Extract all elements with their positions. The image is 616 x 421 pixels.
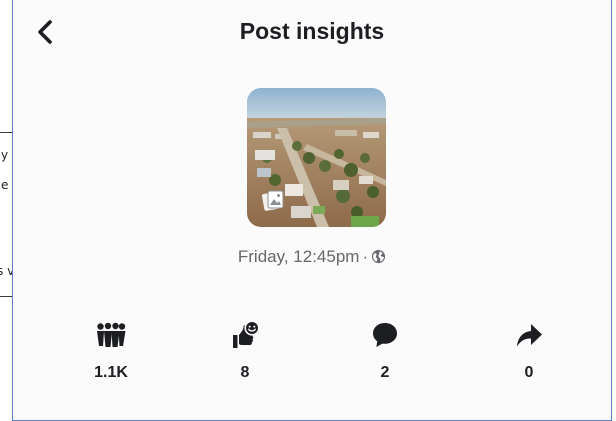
reach-stat[interactable]: 1.1K <box>66 320 156 382</box>
comments-stat[interactable]: 2 <box>340 320 430 382</box>
photo-album-icon <box>262 190 284 211</box>
insights-stats: 1.1K 8 2 0 <box>13 320 611 400</box>
background-document-text: y <box>1 148 9 162</box>
post-insights-screen: Post insights Friday, 12:45pm · 1.1K 8 2… <box>12 0 612 421</box>
background-document-rule <box>0 296 12 297</box>
header: Post insights <box>13 0 611 62</box>
page-title: Post insights <box>239 18 385 44</box>
reactions-icon <box>233 321 260 348</box>
background-document-edge: y e s v <box>0 0 14 421</box>
post-timestamp: Friday, 12:45pm <box>237 247 360 266</box>
post-thumbnail[interactable] <box>247 88 386 227</box>
background-document-rule <box>0 132 12 133</box>
comment-bubble-icon <box>373 323 397 347</box>
reach-count: 1.1K <box>94 364 128 381</box>
comments-count: 2 <box>380 364 390 381</box>
reactions-count: 8 <box>240 364 250 381</box>
post-timestamp-row: Friday, 12:45pm · <box>13 247 611 267</box>
background-document-text: e <box>1 178 9 192</box>
share-arrow-icon <box>517 324 542 347</box>
reactions-stat[interactable]: 8 <box>200 320 290 382</box>
shares-count: 0 <box>524 364 534 381</box>
screenshot-stage: y e s v Post insights Friday, 12:45pm · … <box>0 0 616 421</box>
reach-crowd-icon <box>97 322 126 347</box>
globe-icon <box>372 249 386 264</box>
separator-dot: · <box>362 247 369 266</box>
shares-stat[interactable]: 0 <box>484 320 574 382</box>
